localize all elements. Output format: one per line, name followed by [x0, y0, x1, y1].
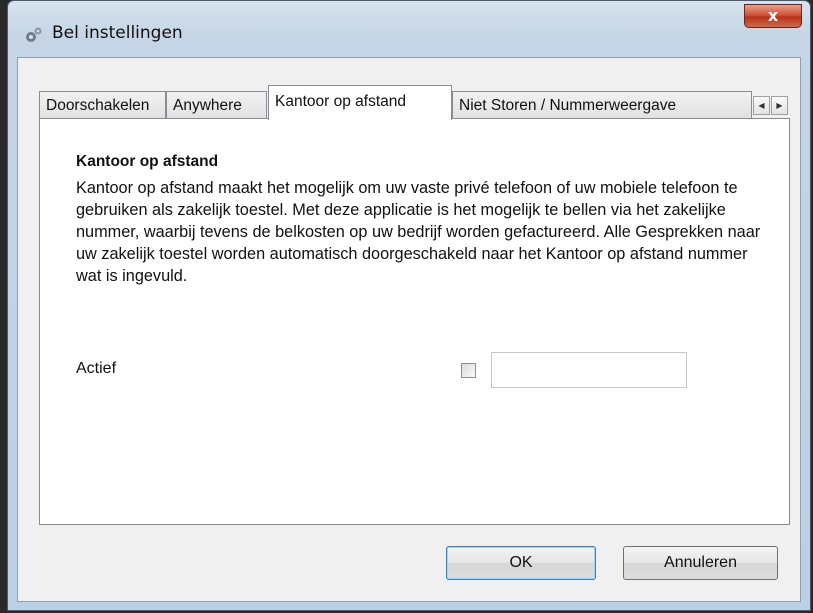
- tab-anywhere[interactable]: Anywhere: [166, 91, 267, 119]
- tab-doorschakelen[interactable]: Doorschakelen: [39, 91, 166, 119]
- close-icon: x: [767, 6, 779, 25]
- tab-label: Kantoor op afstand: [275, 93, 406, 110]
- title-bar[interactable]: Bel instellingen x: [8, 1, 810, 57]
- tab-niet-storen[interactable]: Niet Storen / Nummerweergave: [452, 91, 752, 119]
- actief-label: Actief: [76, 360, 117, 377]
- dialog-client-area: Doorschakelen Anywhere Kantoor op afstan…: [17, 57, 801, 602]
- section-heading: Kantoor op afstand: [76, 153, 219, 170]
- tab-label: Niet Storen / Nummerweergave: [459, 97, 677, 114]
- cancel-button[interactable]: Annuleren: [623, 546, 778, 580]
- tab-strip: Doorschakelen Anywhere Kantoor op afstan…: [39, 85, 789, 120]
- tab-scroll-right-button[interactable]: ▶: [771, 96, 788, 115]
- chevron-left-icon: ◀: [758, 101, 765, 110]
- ok-button[interactable]: OK: [446, 546, 596, 580]
- chevron-right-icon: ▶: [776, 101, 783, 110]
- tab-label: Doorschakelen: [46, 97, 150, 114]
- gears-icon: [26, 27, 42, 42]
- dialog-window: Bel instellingen x Doorschakelen Anywher…: [7, 0, 811, 611]
- actief-checkbox[interactable]: [461, 363, 476, 378]
- tab-kantoor-op-afstand[interactable]: Kantoor op afstand: [268, 85, 452, 120]
- tab-scroll-left-button[interactable]: ◀: [753, 96, 770, 115]
- number-input[interactable]: [491, 352, 687, 388]
- tab-panel: Kantoor op afstand Kantoor op afstand ma…: [39, 118, 790, 525]
- section-description: Kantoor op afstand maakt het mogelijk om…: [76, 179, 761, 285]
- close-button[interactable]: x: [744, 4, 802, 28]
- tab-scroll-arrows: ◀ ▶: [753, 96, 789, 115]
- tab-label: Anywhere: [173, 97, 242, 114]
- window-title: Bel instellingen: [52, 23, 183, 43]
